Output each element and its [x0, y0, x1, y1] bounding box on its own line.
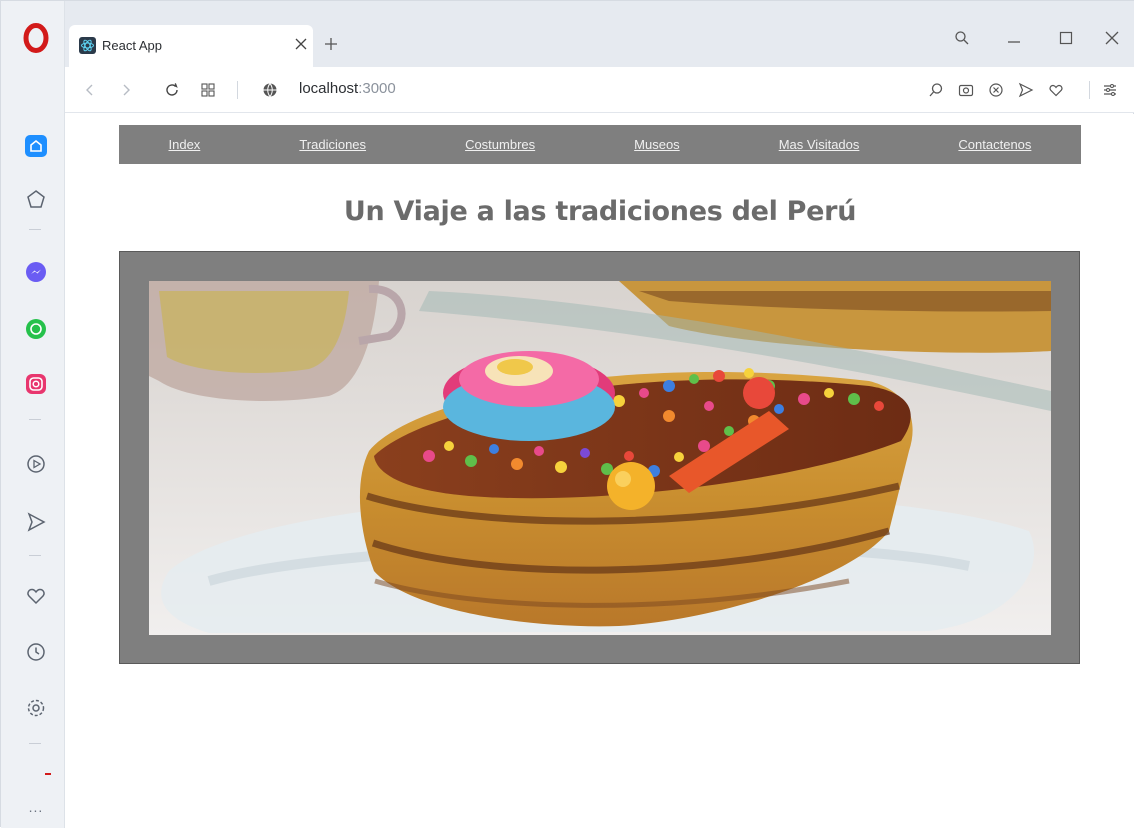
- snapshot-camera-icon[interactable]: [955, 79, 977, 101]
- search-tabs-icon[interactable]: [949, 27, 975, 49]
- opera-sidebar: ...: [1, 1, 65, 828]
- react-favicon-icon: [79, 37, 96, 54]
- url-host: localhost: [299, 80, 359, 97]
- sidebar-divider: [29, 229, 41, 230]
- nav-link-tradiciones[interactable]: Tradiciones: [299, 137, 366, 152]
- speed-dial-icon[interactable]: [23, 186, 49, 212]
- browser-window: ... React App localhost:3000 Index Tradi…: [0, 0, 1134, 828]
- page-content: Index Tradiciones Costumbres Museos Mas …: [65, 114, 1134, 828]
- instagram-icon[interactable]: [23, 371, 49, 397]
- history-clock-icon[interactable]: [23, 639, 49, 665]
- url-port: :3000: [358, 80, 396, 97]
- messenger-icon[interactable]: [23, 259, 49, 285]
- nav-link-mas-visitados[interactable]: Mas Visitados: [779, 137, 860, 152]
- turron-photo: [149, 281, 1051, 635]
- sidebar-divider: [29, 419, 41, 420]
- send-icon[interactable]: [23, 509, 49, 535]
- nav-link-contactenos[interactable]: Contactenos: [958, 137, 1031, 152]
- tab-grid-icon[interactable]: [197, 79, 219, 101]
- player-icon[interactable]: [23, 451, 49, 477]
- whatsapp-icon[interactable]: [23, 316, 49, 342]
- sidebar-more-icon[interactable]: ...: [23, 799, 49, 815]
- close-window-icon[interactable]: [1099, 27, 1125, 49]
- nav-link-museos[interactable]: Museos: [634, 137, 680, 152]
- settings-gear-icon[interactable]: [23, 695, 49, 721]
- search-in-page-icon[interactable]: [925, 79, 947, 101]
- tab-strip: React App: [65, 1, 1134, 67]
- close-tab-icon[interactable]: [291, 34, 311, 54]
- new-tab-plus-icon[interactable]: [321, 34, 341, 54]
- toolbar-divider: [1089, 81, 1090, 99]
- tab-title: React App: [102, 38, 162, 53]
- forward-icon[interactable]: [115, 79, 137, 101]
- bookmarks-heart-icon[interactable]: [23, 583, 49, 609]
- toolbar-divider: [237, 81, 238, 99]
- page-title: Un Viaje a las tradiciones del Perú: [343, 196, 857, 227]
- nav-link-index[interactable]: Index: [169, 137, 201, 152]
- notification-dot: [45, 773, 51, 775]
- image-frame: [119, 251, 1080, 664]
- reload-icon[interactable]: [161, 79, 183, 101]
- nav-link-costumbres[interactable]: Costumbres: [465, 137, 535, 152]
- home-icon[interactable]: [23, 133, 49, 159]
- maximize-icon[interactable]: [1053, 27, 1079, 49]
- back-icon[interactable]: [79, 79, 101, 101]
- address-field[interactable]: localhost:3000: [299, 80, 396, 97]
- site-info-globe-icon[interactable]: [259, 79, 281, 101]
- easy-setup-icon[interactable]: [1099, 79, 1121, 101]
- main-nav: Index Tradiciones Costumbres Museos Mas …: [119, 125, 1081, 164]
- adblock-icon[interactable]: [985, 79, 1007, 101]
- opera-logo-icon[interactable]: [23, 23, 49, 53]
- sidebar-divider: [29, 555, 41, 556]
- minimize-icon[interactable]: [1001, 27, 1027, 49]
- sidebar-divider: [29, 743, 41, 744]
- tab-react-app[interactable]: React App: [69, 25, 313, 67]
- bookmark-heart-icon[interactable]: [1045, 79, 1067, 101]
- send-to-flow-icon[interactable]: [1015, 79, 1037, 101]
- address-toolbar: localhost:3000: [65, 67, 1134, 113]
